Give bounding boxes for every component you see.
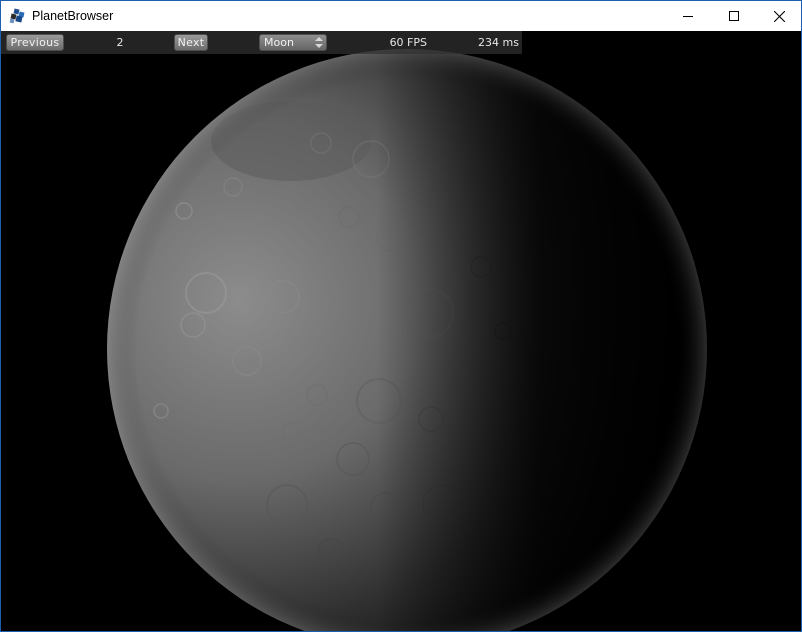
- moon-render: [1, 31, 801, 631]
- previous-button[interactable]: Previous: [6, 34, 64, 51]
- frame-time-readout: 234 ms: [478, 36, 519, 49]
- planet-index: 2: [116, 36, 124, 49]
- close-button[interactable]: [756, 1, 802, 31]
- fps-readout: 60 FPS: [389, 36, 427, 49]
- next-button[interactable]: Next: [174, 34, 208, 51]
- close-icon: [773, 10, 785, 22]
- planet-select[interactable]: Moon: [259, 34, 327, 51]
- render-viewport[interactable]: Previous 2 Next Moon 60 FPS 234 ms: [1, 31, 801, 631]
- maximize-icon: [729, 11, 739, 21]
- planet-select-value: Moon: [264, 36, 294, 49]
- planet-browser-logo-icon: [9, 8, 25, 24]
- minimize-button[interactable]: [665, 1, 711, 31]
- maximize-button[interactable]: [711, 1, 757, 31]
- minimize-icon: [683, 16, 693, 17]
- title-bar[interactable]: PlanetBrowser: [1, 1, 801, 31]
- select-spinner-icon: [315, 37, 323, 48]
- window-title: PlanetBrowser: [32, 9, 114, 23]
- app-window: PlanetBrowser Previous 2 Next Moon 60 FP…: [0, 0, 802, 632]
- planet-toolbar: Previous 2 Next Moon 60 FPS 234 ms: [1, 31, 522, 54]
